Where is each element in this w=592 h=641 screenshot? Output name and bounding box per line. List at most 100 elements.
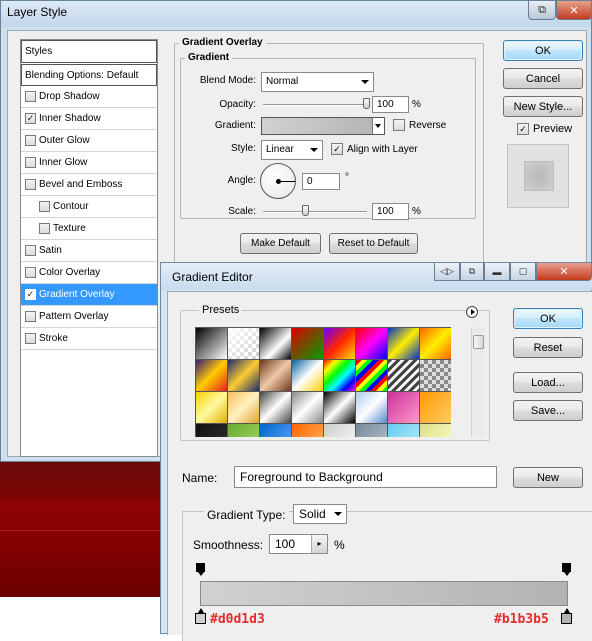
cancel-button[interactable]: Cancel [503, 68, 583, 89]
preset-swatch[interactable] [324, 360, 356, 392]
gradient-dropdown-arrow[interactable] [372, 118, 384, 134]
style-item-checkbox[interactable] [25, 245, 36, 256]
style-item-checkbox[interactable]: ✓ [25, 289, 36, 300]
style-item-checkbox[interactable] [25, 91, 36, 102]
styles-header[interactable]: Styles [21, 40, 157, 63]
gradient-preview-button[interactable] [261, 117, 385, 135]
style-item-checkbox[interactable] [39, 201, 50, 212]
minimize-icon[interactable]: ▬ [484, 263, 510, 281]
scale-slider-handle[interactable] [301, 205, 309, 216]
window-close-icon[interactable]: ✕ [556, 1, 592, 20]
preset-swatch[interactable] [228, 328, 260, 360]
color-stop-right[interactable] [561, 608, 572, 626]
preset-swatch[interactable] [388, 328, 420, 360]
gradient-type-select[interactable]: Solid [293, 504, 347, 524]
reset-button[interactable]: Reset [513, 337, 583, 358]
save-button[interactable]: Save... [513, 400, 583, 421]
preset-swatch[interactable] [260, 360, 292, 392]
reverse-checkbox[interactable] [393, 119, 405, 131]
opacity-stop-right[interactable] [561, 563, 572, 576]
preset-swatch[interactable] [196, 424, 228, 437]
preset-swatch[interactable] [420, 360, 451, 392]
preset-swatch[interactable] [324, 328, 356, 360]
style-item-bevel-and-emboss[interactable]: Bevel and Emboss [21, 174, 157, 196]
preset-swatch[interactable] [356, 392, 388, 424]
style-item-color-overlay[interactable]: Color Overlay [21, 262, 157, 284]
preset-swatch[interactable] [420, 424, 451, 437]
help-icon[interactable]: ⧉ [460, 263, 484, 281]
presets-scroll-thumb[interactable] [473, 335, 484, 349]
blend-mode-select[interactable]: Normal [261, 72, 374, 92]
style-item-texture[interactable]: Texture [21, 218, 157, 240]
style-item-contour[interactable]: Contour [21, 196, 157, 218]
gradient-editor-titlebar[interactable]: Gradient Editor ◁▷ ⧉ ▬ ▢ ✕ [161, 263, 592, 290]
preset-swatch[interactable] [196, 360, 228, 392]
preset-swatch[interactable] [196, 328, 228, 360]
blending-options-item[interactable]: Blending Options: Default [21, 64, 157, 86]
preset-swatch[interactable] [292, 392, 324, 424]
make-default-button[interactable]: Make Default [240, 233, 321, 254]
style-item-checkbox[interactable] [25, 333, 36, 344]
angle-dial[interactable] [260, 163, 296, 199]
style-item-checkbox[interactable] [25, 311, 36, 322]
preset-swatch[interactable] [292, 328, 324, 360]
preset-swatch[interactable] [228, 424, 260, 437]
preview-checkbox[interactable]: ✓ [517, 123, 529, 135]
new-style-button[interactable]: New Style... [503, 96, 583, 117]
style-item-checkbox[interactable] [25, 157, 36, 168]
preset-swatch[interactable] [260, 424, 292, 437]
style-item-checkbox[interactable] [25, 267, 36, 278]
align-with-layer-checkbox[interactable]: ✓ [331, 143, 343, 155]
smoothness-field[interactable]: 100 ▸ [269, 534, 328, 554]
ok-button[interactable]: OK [513, 308, 583, 329]
arrange-icon[interactable]: ◁▷ [434, 263, 460, 281]
style-item-checkbox[interactable] [39, 223, 50, 234]
smoothness-stepper-icon[interactable]: ▸ [311, 535, 327, 553]
style-item-satin[interactable]: Satin [21, 240, 157, 262]
reset-to-default-button[interactable]: Reset to Default [329, 233, 418, 254]
preset-swatch[interactable] [388, 360, 420, 392]
close-icon[interactable]: ✕ [536, 263, 592, 281]
maximize-icon[interactable]: ▢ [510, 263, 536, 281]
preset-swatch[interactable] [324, 424, 356, 437]
preset-swatch[interactable] [356, 424, 388, 437]
style-item-outer-glow[interactable]: Outer Glow [21, 130, 157, 152]
preset-swatch[interactable] [260, 328, 292, 360]
presets-menu-icon[interactable] [466, 306, 478, 318]
presets-scrollbar[interactable] [471, 327, 485, 437]
style-item-gradient-overlay[interactable]: ✓ Gradient Overlay [21, 284, 157, 306]
style-item-drop-shadow[interactable]: Drop Shadow [21, 86, 157, 108]
preset-swatch[interactable] [356, 360, 388, 392]
scale-field[interactable]: 100 [372, 203, 409, 220]
preset-swatch[interactable] [228, 392, 260, 424]
style-select[interactable]: Linear [261, 140, 323, 160]
preset-swatch[interactable] [196, 392, 228, 424]
load-button[interactable]: Load... [513, 372, 583, 393]
preset-swatch[interactable] [420, 392, 451, 424]
style-item-stroke[interactable]: Stroke [21, 328, 157, 350]
preset-swatch[interactable] [388, 424, 420, 437]
opacity-field[interactable]: 100 [372, 96, 409, 113]
preset-swatch[interactable] [292, 360, 324, 392]
ok-button[interactable]: OK [503, 40, 583, 61]
preset-swatch[interactable] [292, 424, 324, 437]
style-item-checkbox[interactable] [25, 135, 36, 146]
color-stop-left[interactable] [195, 608, 206, 626]
opacity-stop-left[interactable] [195, 563, 206, 576]
style-item-checkbox[interactable]: ✓ [25, 113, 36, 124]
layer-style-titlebar[interactable]: Layer Style ⧉ ✕ [1, 1, 592, 27]
name-input[interactable]: Foreground to Background [234, 466, 497, 488]
window-help-icon[interactable]: ⧉ [528, 1, 556, 20]
preset-swatch[interactable] [388, 392, 420, 424]
style-item-inner-glow[interactable]: Inner Glow [21, 152, 157, 174]
preset-swatch[interactable] [420, 328, 451, 360]
preset-swatch[interactable] [324, 392, 356, 424]
scale-slider[interactable] [263, 211, 367, 213]
new-button[interactable]: New [513, 467, 583, 488]
style-item-inner-shadow[interactable]: ✓ Inner Shadow [21, 108, 157, 130]
style-item-pattern-overlay[interactable]: Pattern Overlay [21, 306, 157, 328]
preset-swatch[interactable] [228, 360, 260, 392]
style-item-checkbox[interactable] [25, 179, 36, 190]
angle-field[interactable]: 0 [302, 173, 340, 190]
opacity-slider-handle[interactable] [363, 98, 370, 109]
